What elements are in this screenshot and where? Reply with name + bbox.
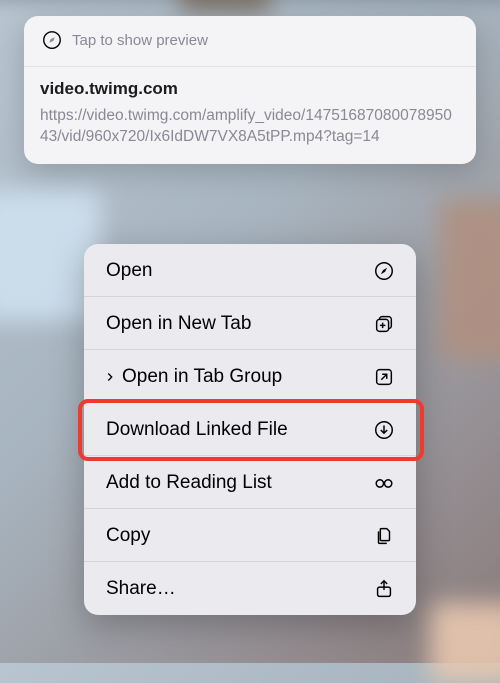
menu-label: Add to Reading List: [106, 472, 372, 494]
menu-item-download-linked-file[interactable]: Download Linked File: [84, 403, 416, 456]
menu-item-share[interactable]: Share…: [84, 562, 416, 615]
menu-label: Open in New Tab: [106, 313, 372, 335]
context-menu: Open Open in New Tab Open in Tab Group D…: [84, 244, 416, 615]
menu-item-open-new-tab[interactable]: Open in New Tab: [84, 297, 416, 350]
copy-icon: [372, 524, 396, 548]
preview-hint-row[interactable]: Tap to show preview: [24, 16, 476, 67]
share-icon: [372, 577, 396, 601]
menu-item-add-reading-list[interactable]: Add to Reading List: [84, 456, 416, 509]
link-preview-card[interactable]: Tap to show preview video.twimg.com http…: [24, 16, 476, 164]
preview-hint-text: Tap to show preview: [72, 32, 208, 49]
menu-label: Open in Tab Group: [122, 366, 372, 388]
menu-item-copy[interactable]: Copy: [84, 509, 416, 562]
menu-label: Copy: [106, 525, 372, 547]
chevron-right-icon: [100, 370, 120, 384]
menu-item-open[interactable]: Open: [84, 244, 416, 297]
menu-item-open-tab-group[interactable]: Open in Tab Group: [84, 350, 416, 403]
menu-label: Share…: [106, 578, 372, 600]
preview-domain: video.twimg.com: [40, 79, 460, 99]
safari-icon: [372, 259, 396, 283]
compass-icon: [40, 28, 64, 52]
download-icon: [372, 418, 396, 442]
menu-label: Download Linked File: [106, 419, 372, 441]
open-external-icon: [372, 365, 396, 389]
new-tab-icon: [372, 312, 396, 336]
glasses-icon: [372, 471, 396, 495]
preview-url: https://video.twimg.com/amplify_video/14…: [40, 105, 460, 148]
menu-label: Open: [106, 260, 372, 282]
preview-body: video.twimg.com https://video.twimg.com/…: [24, 67, 476, 164]
